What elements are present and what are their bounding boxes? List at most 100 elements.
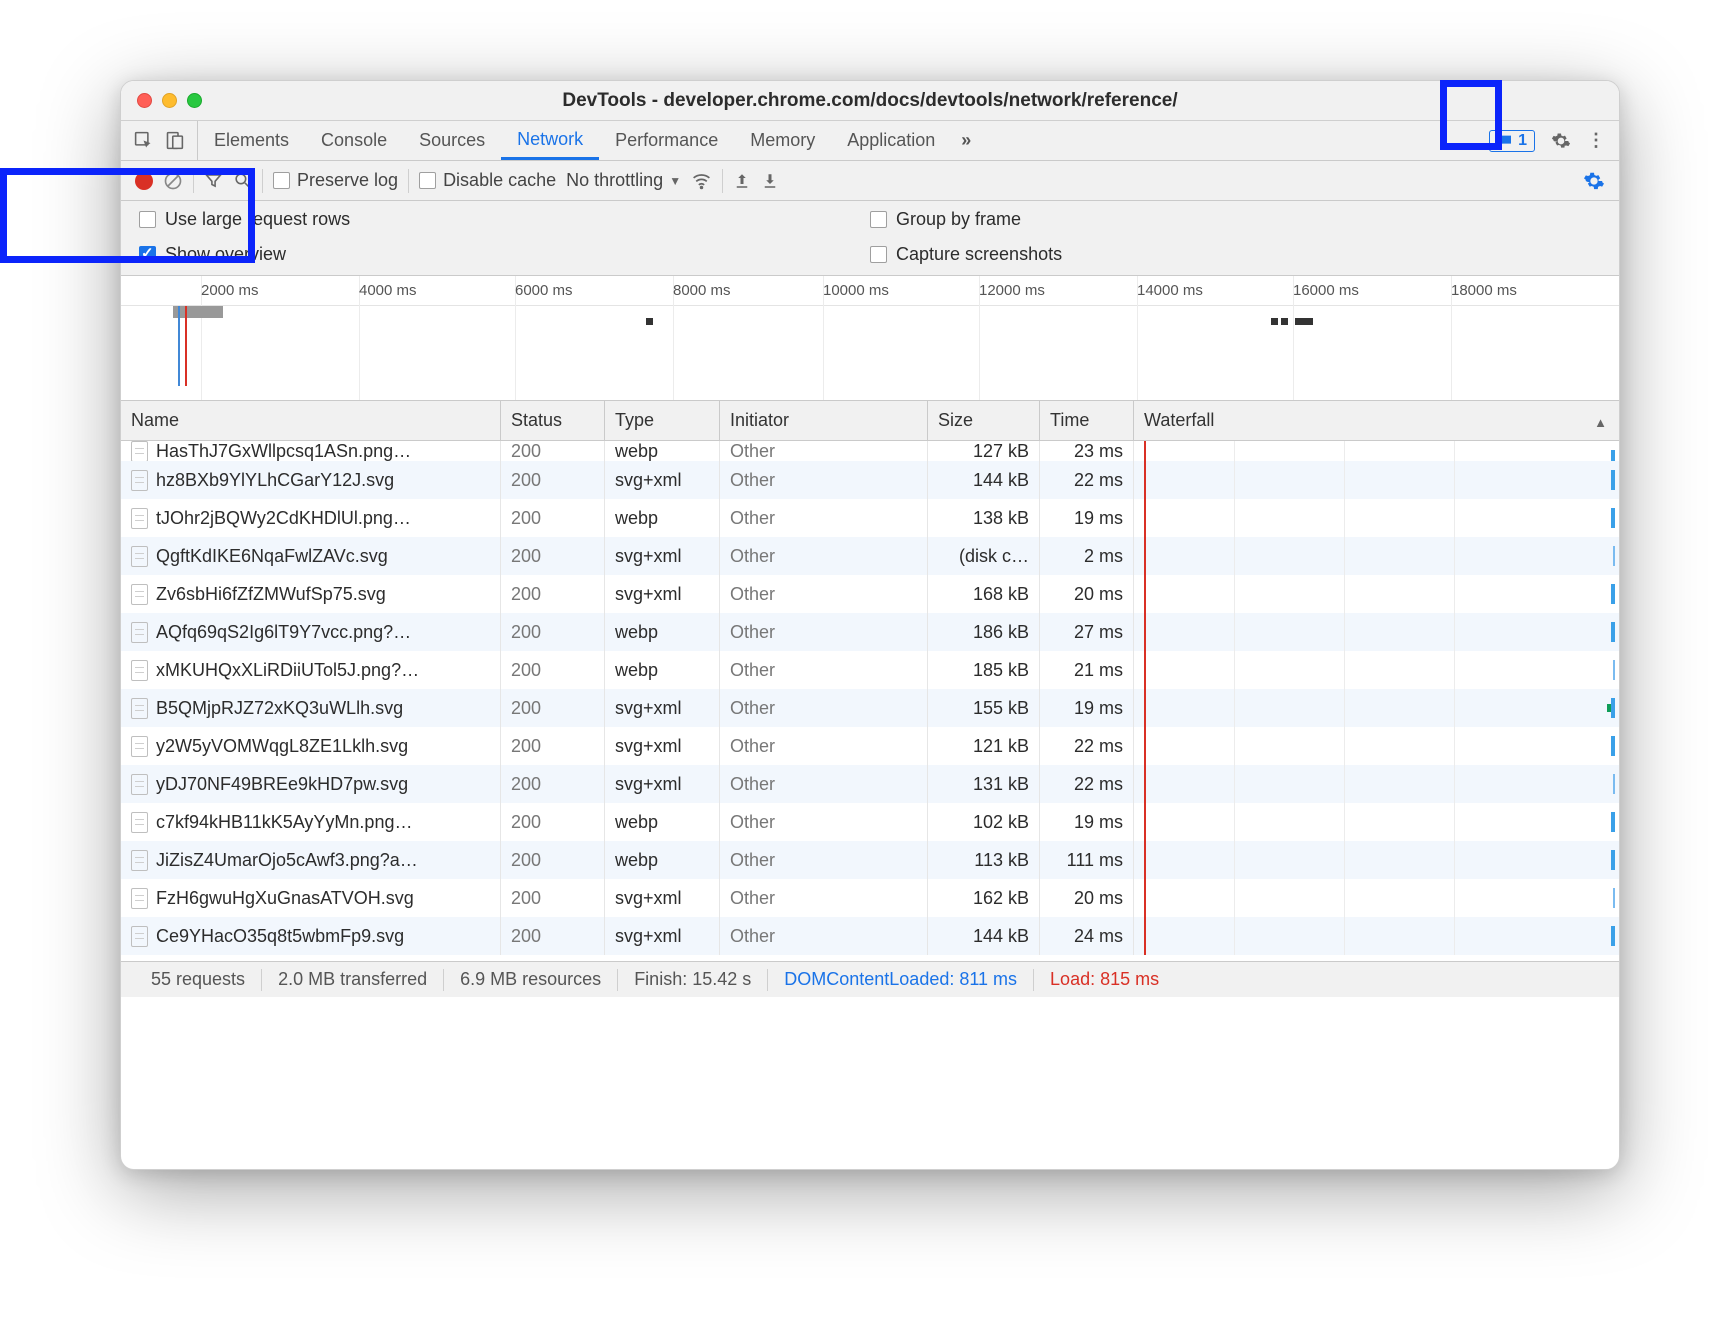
timeline-tick: 18000 ms — [1451, 282, 1517, 299]
cell-waterfall — [1134, 499, 1619, 537]
col-waterfall[interactable]: Waterfall ▲ — [1134, 401, 1619, 440]
filter-icon[interactable] — [204, 171, 223, 190]
cell-name: tJOhr2jBQWy2CdKHDlUl.png… — [121, 499, 501, 537]
maximize-icon[interactable] — [187, 93, 202, 108]
timeline-tick: 12000 ms — [979, 282, 1045, 299]
cell-type: webp — [605, 441, 720, 461]
status-finish: Finish: 15.42 s — [618, 969, 767, 990]
cell-size: 144 kB — [928, 917, 1040, 955]
tab-application[interactable]: Application — [831, 121, 951, 160]
cell-status: 200 — [501, 689, 605, 727]
table-row[interactable]: c7kf94kHB11kK5AyYyMn.png…200webpOther102… — [121, 803, 1619, 841]
network-settings-gear-icon[interactable] — [1583, 170, 1605, 192]
search-icon[interactable] — [233, 171, 252, 190]
window-controls — [137, 93, 202, 108]
cell-initiator: Other — [720, 461, 928, 499]
cell-waterfall — [1134, 727, 1619, 765]
large-rows-checkbox[interactable]: Use large request rows — [139, 209, 870, 230]
record-icon[interactable] — [135, 172, 153, 190]
cell-status: 200 — [501, 917, 605, 955]
table-row[interactable]: xMKUHQxXLiRDiiUTol5J.png?…200webpOther18… — [121, 651, 1619, 689]
col-time[interactable]: Time — [1040, 401, 1134, 440]
tab-sources[interactable]: Sources — [403, 121, 501, 160]
cell-size: 168 kB — [928, 575, 1040, 613]
timeline-activity — [1271, 312, 1316, 330]
network-settings-panel: Use large request rows Group by frame Sh… — [121, 201, 1619, 276]
minimize-icon[interactable] — [162, 93, 177, 108]
tab-network[interactable]: Network — [501, 121, 599, 160]
file-icon — [131, 508, 148, 529]
chevron-down-icon: ▼ — [669, 174, 681, 188]
table-row[interactable]: FzH6gwuHgXuGnasATVOH.svg200svg+xmlOther1… — [121, 879, 1619, 917]
show-overview-checkbox[interactable]: Show overview — [139, 244, 870, 265]
table-row[interactable]: Zv6sbHi6fZfZMWufSp75.svg200svg+xmlOther1… — [121, 575, 1619, 613]
device-toggle-icon[interactable] — [164, 130, 185, 151]
wifi-icon[interactable] — [691, 170, 712, 191]
preserve-log-checkbox[interactable]: Preserve log — [273, 170, 398, 191]
issues-badge[interactable]: 1 — [1489, 130, 1535, 152]
inspect-icon[interactable] — [133, 130, 154, 151]
file-icon — [131, 622, 148, 643]
col-name[interactable]: Name — [121, 401, 501, 440]
cell-time: 20 ms — [1040, 575, 1134, 613]
tab-memory[interactable]: Memory — [734, 121, 831, 160]
gear-icon[interactable] — [1551, 131, 1571, 151]
upload-icon[interactable] — [733, 172, 751, 190]
col-size[interactable]: Size — [928, 401, 1040, 440]
cell-status: 200 — [501, 841, 605, 879]
file-icon — [131, 698, 148, 719]
cell-waterfall — [1134, 537, 1619, 575]
table-row[interactable]: tJOhr2jBQWy2CdKHDlUl.png…200webpOther138… — [121, 499, 1619, 537]
cell-name: hz8BXb9YlYLhCGarY12J.svg — [121, 461, 501, 499]
cell-name: Zv6sbHi6fZfZMWufSp75.svg — [121, 575, 501, 613]
file-icon — [131, 888, 148, 909]
table-row[interactable]: B5QMjpRJZ72xKQ3uWLlh.svg200svg+xmlOther1… — [121, 689, 1619, 727]
cell-waterfall — [1134, 765, 1619, 803]
show-overview-label: Show overview — [165, 244, 286, 265]
issues-count: 1 — [1518, 132, 1527, 150]
table-row[interactable]: hz8BXb9YlYLhCGarY12J.svg200svg+xmlOther1… — [121, 461, 1619, 499]
timeline-tick: 4000 ms — [359, 282, 417, 299]
table-row[interactable]: AQfq69qS2Ig6lT9Y7vcc.png?…200webpOther18… — [121, 613, 1619, 651]
table-row[interactable]: HasThJ7GxWllpcsq1ASn.png…200webpOther127… — [121, 441, 1619, 461]
overview-timeline[interactable]: 2000 ms4000 ms6000 ms8000 ms10000 ms1200… — [121, 276, 1619, 401]
tab-console[interactable]: Console — [305, 121, 403, 160]
throttling-select[interactable]: No throttling ▼ — [566, 170, 681, 191]
panel-tabsbar: Elements Console Sources Network Perform… — [121, 121, 1619, 161]
cell-name: Ce9YHacO35q8t5wbmFp9.svg — [121, 917, 501, 955]
table-row[interactable]: yDJ70NF49BREe9kHD7pw.svg200svg+xmlOther1… — [121, 765, 1619, 803]
cell-name: B5QMjpRJZ72xKQ3uWLlh.svg — [121, 689, 501, 727]
clear-icon[interactable] — [163, 171, 183, 191]
preserve-log-label: Preserve log — [297, 170, 398, 191]
table-row[interactable]: JiZisZ4UmarOjo5cAwf3.png?a…200webpOther1… — [121, 841, 1619, 879]
timeline-ruler: 2000 ms4000 ms6000 ms8000 ms10000 ms1200… — [121, 276, 1619, 306]
cell-initiator: Other — [720, 879, 928, 917]
capture-screenshots-checkbox[interactable]: Capture screenshots — [870, 244, 1605, 265]
col-status[interactable]: Status — [501, 401, 605, 440]
disable-cache-checkbox[interactable]: Disable cache — [419, 170, 556, 191]
requests-table-body[interactable]: HasThJ7GxWllpcsq1ASn.png…200webpOther127… — [121, 441, 1619, 961]
group-by-frame-checkbox[interactable]: Group by frame — [870, 209, 1605, 230]
cell-time: 22 ms — [1040, 765, 1134, 803]
network-toolbar: Preserve log Disable cache No throttling… — [121, 161, 1619, 201]
tab-performance[interactable]: Performance — [599, 121, 734, 160]
status-transferred: 2.0 MB transferred — [262, 969, 443, 990]
table-row[interactable]: y2W5yVOMWqgL8ZE1Lklh.svg200svg+xmlOther1… — [121, 727, 1619, 765]
cell-waterfall — [1134, 841, 1619, 879]
table-row[interactable]: QgftKdIKE6NqaFwlZAVc.svg200svg+xmlOther(… — [121, 537, 1619, 575]
file-icon — [131, 660, 148, 681]
cell-size: (disk c… — [928, 537, 1040, 575]
kebab-icon[interactable]: ⋮ — [1587, 130, 1605, 151]
download-icon[interactable] — [761, 172, 779, 190]
window-title: DevTools - developer.chrome.com/docs/dev… — [121, 90, 1619, 112]
tabs-overflow[interactable]: » — [951, 121, 981, 160]
col-type[interactable]: Type — [605, 401, 720, 440]
col-initiator[interactable]: Initiator — [720, 401, 928, 440]
close-icon[interactable] — [137, 93, 152, 108]
table-row[interactable]: Ce9YHacO35q8t5wbmFp9.svg200svg+xmlOther1… — [121, 917, 1619, 955]
large-rows-label: Use large request rows — [165, 209, 350, 230]
cell-type: svg+xml — [605, 575, 720, 613]
cell-initiator: Other — [720, 917, 928, 955]
cell-type: webp — [605, 613, 720, 651]
tab-elements[interactable]: Elements — [198, 121, 305, 160]
